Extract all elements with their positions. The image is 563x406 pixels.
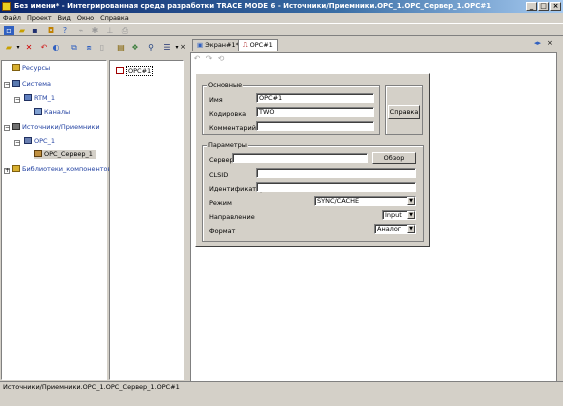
menu-file[interactable]: Файл <box>0 13 24 23</box>
collapse-icon[interactable]: − <box>4 82 10 88</box>
panel-close-icon[interactable]: × <box>178 43 188 52</box>
main-toolbar: ▫ ▰ ▪ ◘ ? ⌁ ✱ ⊥ ⎙ <box>0 23 563 36</box>
menu-help[interactable]: Справка <box>97 13 132 23</box>
window-title: Без имени* - Интегрированная среда разра… <box>14 2 492 10</box>
copy-icon[interactable]: ⧉ <box>69 43 79 52</box>
undo-edit-icon[interactable]: ↶ <box>192 54 202 63</box>
tree-toolbar: ▰ ▾ ✕ ↶ ◐ ⧉ ⧈ ▯ ▤ ❖ ⚲ ☰ ▾ × <box>0 37 190 56</box>
group-basic-label: Основные <box>207 81 244 89</box>
save-icon[interactable]: ▪ <box>30 26 40 35</box>
tree-item-opc-server1[interactable]: OPC_Сервер_1 <box>34 150 96 159</box>
redo-edit-icon[interactable]: ↷ <box>204 54 214 63</box>
computer-icon <box>24 94 32 101</box>
direction-select[interactable]: Input ▼ <box>382 210 416 220</box>
editor-toolbar: ↶ ↷ ⟲ <box>190 53 557 64</box>
screen-icon: ▣ <box>197 41 204 49</box>
tree-item-channels[interactable]: Каналы <box>34 108 70 117</box>
tab-screen1[interactable]: ▣ Экран#1* <box>192 39 244 51</box>
maximize-button[interactable]: □ <box>538 2 549 11</box>
collapse-icon[interactable]: − <box>4 125 10 131</box>
folder-icon <box>12 64 20 71</box>
list-item-opc1[interactable]: OPC#1 <box>116 66 154 76</box>
tree-item-opc1[interactable]: OPC_1 <box>24 137 55 146</box>
opc-tag-icon <box>116 67 124 74</box>
chevron-down-icon[interactable]: ▼ <box>407 197 415 205</box>
comment-label: Комментарий <box>209 124 256 132</box>
clsid-field[interactable] <box>256 168 416 178</box>
menu-project[interactable]: Проект <box>24 13 55 23</box>
mode-select[interactable]: SYNC/CACHE ▼ <box>314 196 416 206</box>
doc-icon[interactable]: ▤ <box>116 43 126 52</box>
expand-icon[interactable]: + <box>4 168 10 174</box>
name-label: Имя <box>209 96 223 104</box>
identifier-field[interactable] <box>256 182 416 192</box>
close-button[interactable]: × <box>550 2 561 11</box>
help-icon[interactable]: ? <box>60 26 70 35</box>
new-doc-icon[interactable]: ▫ <box>4 26 14 35</box>
minimize-button[interactable]: _ <box>526 2 537 11</box>
paste-icon[interactable]: ⧈ <box>84 43 94 52</box>
title-bar: Без имени* - Интегрированная среда разра… <box>0 0 563 13</box>
find-icon[interactable]: ⚲ <box>146 43 156 52</box>
group-params-label: Параметры <box>207 141 248 149</box>
component-list: OPC#1 <box>109 60 184 380</box>
dropdown-icon[interactable]: ▾ <box>13 43 23 52</box>
connect-icon[interactable]: ⊥ <box>105 26 115 35</box>
direction-label: Направление <box>209 213 255 221</box>
tab-prev-icon[interactable]: ◂▸ <box>534 39 541 47</box>
tab-opc1[interactable]: ⎍ OPC#1 <box>238 39 278 51</box>
link-icon[interactable]: ⌁ <box>76 26 86 35</box>
chevron-down-icon[interactable]: ▼ <box>407 225 415 233</box>
format-label: Формат <box>209 227 236 235</box>
undo-icon[interactable]: ↶ <box>39 43 49 52</box>
tree-item-libraries[interactable]: Библиотеки_компонентов <box>12 165 111 174</box>
opc-properties-form: Основные Имя OPC#1 Кодировка TWO Коммент… <box>195 73 430 247</box>
open-folder-icon[interactable]: ▰ <box>17 26 27 35</box>
tree-item-sources[interactable]: Источники/Приемники <box>12 123 100 132</box>
channels-icon <box>34 108 42 115</box>
tool-icon[interactable]: ✱ <box>90 26 100 35</box>
tab-close-icon[interactable]: × <box>547 39 553 47</box>
opc-icon <box>24 137 32 144</box>
name-field[interactable]: OPC#1 <box>256 93 374 103</box>
menu-view[interactable]: Вид <box>55 13 74 23</box>
help-button[interactable]: Справка <box>388 105 420 119</box>
io-icon <box>12 123 20 130</box>
status-bar: Источники/Приемники.OPC_1.OPC_Сервер_1.O… <box>0 381 563 392</box>
menu-window[interactable]: Окно <box>74 13 97 23</box>
opc-tab-icon: ⎍ <box>243 41 248 49</box>
tree-item-system[interactable]: Система <box>12 80 51 89</box>
mode-label: Режим <box>209 199 232 207</box>
browse-button[interactable]: Обзор <box>372 152 416 164</box>
editor-tabs: ▣ Экран#1* ⎍ OPC#1 <box>188 37 563 51</box>
collapse-icon[interactable]: − <box>14 97 20 103</box>
print-icon[interactable]: ⎙ <box>120 26 130 35</box>
project-tree: Ресурсы − Система − RTM_1 Каналы − Источ… <box>1 60 111 380</box>
tree-item-resources[interactable]: Ресурсы <box>12 64 50 73</box>
status-path: Источники/Приемники.OPC_1.OPC_Сервер_1.O… <box>3 383 180 391</box>
server-icon <box>34 150 42 157</box>
reset-icon[interactable]: ⟲ <box>216 54 226 63</box>
group-icon[interactable]: ❖ <box>130 43 140 52</box>
server-field[interactable] <box>232 153 368 163</box>
list-icon[interactable]: ☰ <box>162 43 172 52</box>
tab-navigation: ◂▸ × <box>534 39 553 47</box>
menu-bar: Файл Проект Вид Окно Справка <box>0 13 563 23</box>
comment-field[interactable] <box>256 121 374 131</box>
encoding-field[interactable]: TWO <box>256 107 374 117</box>
library-icon <box>12 165 20 172</box>
delete-icon[interactable]: ✕ <box>24 43 34 52</box>
format-select[interactable]: Аналог ▼ <box>374 224 416 234</box>
app-icon <box>2 2 11 11</box>
chevron-down-icon[interactable]: ▼ <box>407 211 415 219</box>
clsid-label: CLSID <box>209 171 229 179</box>
encoding-label: Кодировка <box>209 110 247 118</box>
cut-icon[interactable]: ▯ <box>97 43 107 52</box>
tree-item-rtm1[interactable]: RTM_1 <box>24 94 55 103</box>
system-icon <box>12 80 20 87</box>
server-label: Сервер <box>209 156 234 164</box>
info-icon[interactable]: ◐ <box>51 43 61 52</box>
properties-icon[interactable]: ◘ <box>46 26 56 35</box>
collapse-icon[interactable]: − <box>14 140 20 146</box>
